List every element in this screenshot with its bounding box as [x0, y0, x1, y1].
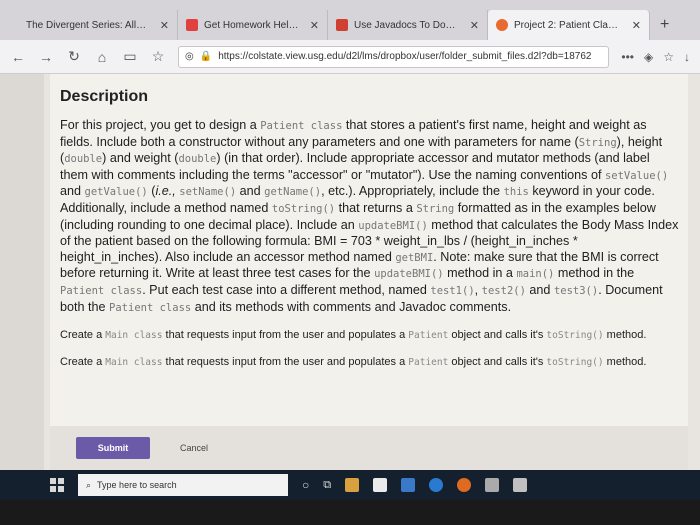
tab-label: The Divergent Series: Allegiant - Rc	[26, 19, 150, 31]
taskbar-search[interactable]: ⌕ Type here to search	[78, 474, 288, 496]
bookmark-icon[interactable]: ☆	[663, 50, 674, 64]
assignment-content: Description For this project, you get to…	[50, 74, 688, 470]
shield-icon: ◎	[185, 51, 194, 62]
d2l-icon	[496, 19, 508, 31]
close-icon[interactable]: ✕	[310, 19, 319, 32]
form-footer: Submit Cancel	[50, 426, 688, 470]
navigation-bar: ← → ↻ ⌂ ▭ ☆ ◎ 🔒 https://colstate.view.us…	[0, 40, 700, 74]
tab-javadocs[interactable]: Use Javadocs To Document A ✕	[328, 10, 488, 40]
reader-icon[interactable]: ▭	[122, 48, 138, 65]
new-tab-button[interactable]: +	[650, 10, 679, 40]
chegg-icon	[186, 19, 198, 31]
mail-icon[interactable]	[401, 478, 416, 492]
tab-divergent[interactable]: The Divergent Series: Allegiant - Rc ✕	[18, 10, 178, 40]
cortana-icon[interactable]: ○	[302, 478, 309, 492]
windows-taskbar: ⌕ Type here to search ○ ⧉	[0, 470, 700, 500]
tab-homework-help[interactable]: Get Homework Help With Che ✕	[178, 10, 328, 40]
firefox-icon[interactable]	[457, 478, 472, 492]
star-icon[interactable]: ☆	[150, 48, 166, 65]
left-panel	[0, 74, 44, 470]
page-actions-icon[interactable]: •••	[621, 50, 634, 64]
instruction-paragraph: Create a Main class that requests input …	[60, 356, 647, 369]
url-text: https://colstate.view.usg.edu/d2l/lms/dr…	[218, 51, 592, 62]
tab-label: Get Homework Help With Che	[204, 19, 300, 31]
tab-strip: The Divergent Series: Allegiant - Rc ✕ G…	[0, 0, 700, 40]
tab-label: Use Javadocs To Document A	[354, 19, 460, 31]
address-bar[interactable]: ◎ 🔒 https://colstate.view.usg.edu/d2l/lm…	[178, 45, 610, 68]
submit-button[interactable]: Submit	[76, 437, 150, 459]
download-icon[interactable]: ↓	[684, 50, 690, 64]
back-icon[interactable]: ←	[10, 49, 26, 65]
search-icon: ⌕	[86, 479, 92, 490]
close-icon[interactable]: ✕	[470, 19, 479, 32]
close-icon[interactable]: ✕	[160, 19, 169, 32]
edge-icon[interactable]	[429, 478, 444, 492]
file-explorer-icon[interactable]	[345, 478, 360, 492]
tab-label: Project 2: Patient Class - Comp	[514, 19, 622, 31]
close-icon[interactable]: ✕	[632, 19, 641, 32]
screen-bezel	[0, 500, 700, 525]
description-text: For this project, you get to design a Pa…	[60, 118, 679, 314]
tab-project-patient[interactable]: Project 2: Patient Class - Comp ✕	[488, 10, 650, 40]
cancel-button[interactable]: Cancel	[180, 443, 208, 453]
lock-icon: 🔒	[199, 51, 213, 62]
forward-icon[interactable]: →	[38, 49, 54, 65]
task-view-icon[interactable]: ⧉	[323, 479, 331, 492]
windows-start-icon[interactable]	[50, 478, 64, 492]
search-placeholder: Type here to search	[97, 480, 177, 490]
calculator-icon[interactable]	[485, 478, 500, 492]
home-icon[interactable]: ⌂	[94, 49, 110, 65]
app-icon[interactable]	[513, 478, 528, 492]
instruction-paragraph: Create a Main class that requests input …	[60, 329, 647, 342]
store-icon[interactable]	[373, 478, 388, 492]
pocket-icon[interactable]: ◈	[644, 50, 653, 64]
toolbar-actions: ••• ◈ ☆ ↓	[621, 50, 690, 64]
page: Description For this project, you get to…	[0, 74, 700, 470]
reload-icon[interactable]: ↻	[66, 48, 82, 65]
chegg-icon	[336, 19, 348, 31]
page-title: Description	[60, 88, 149, 105]
